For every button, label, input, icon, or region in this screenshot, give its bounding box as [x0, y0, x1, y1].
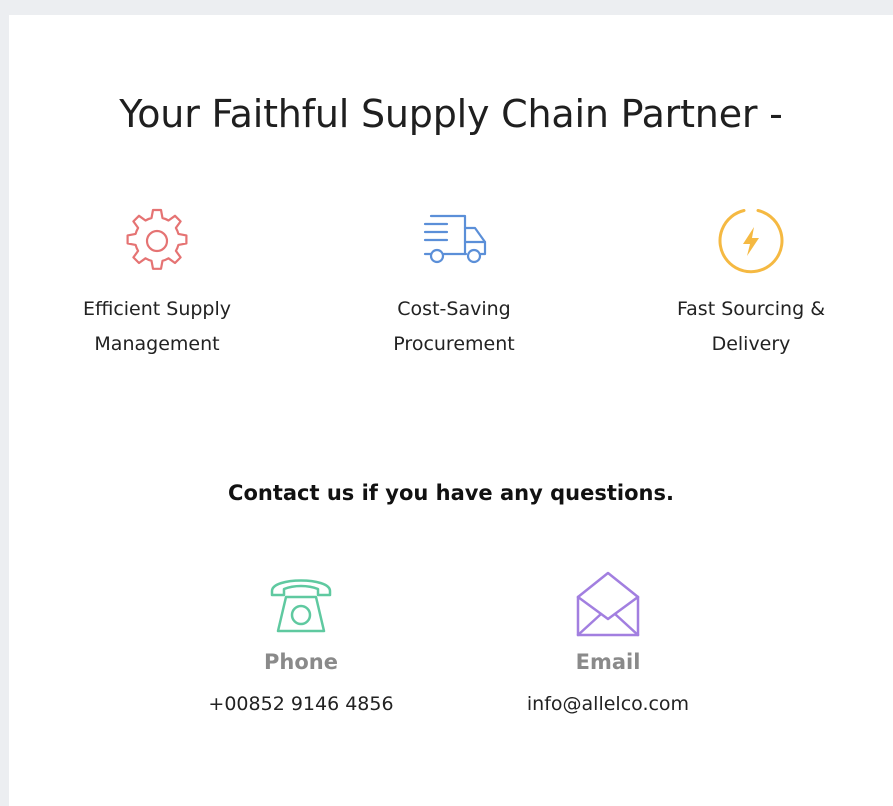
phone-heading: Phone — [264, 650, 338, 674]
feature-fast-sourcing: Fast Sourcing & Delivery — [631, 204, 871, 362]
feature-label-line2: Procurement — [393, 333, 515, 355]
email-heading: Email — [575, 650, 641, 674]
email-address[interactable]: info@allelco.com — [478, 693, 738, 715]
contact-phone: Phone +00852 9146 4856 — [171, 567, 431, 715]
feature-label-line1: Cost-Saving — [397, 298, 511, 320]
feature-cost-saving: Cost-Saving Procurement — [334, 204, 574, 362]
envelope-icon — [576, 571, 640, 637]
lightning-icon — [718, 209, 784, 274]
feature-label-line2: Delivery — [711, 333, 791, 355]
content-card: Your Faithful Supply Chain Partner - Eff… — [9, 15, 893, 806]
telephone-icon — [270, 579, 332, 633]
phone-number[interactable]: +00852 9146 4856 — [171, 693, 431, 715]
feature-label-line2: Management — [94, 333, 220, 355]
page-title: Your Faithful Supply Chain Partner - — [119, 92, 783, 136]
contact-email: Email info@allelco.com — [478, 567, 738, 715]
delivery-truck-icon — [423, 214, 487, 264]
feature-efficient-supply: Efficient Supply Management — [37, 204, 277, 362]
contact-heading: Contact us if you have any questions. — [228, 481, 674, 505]
feature-label-line1: Efficient Supply — [82, 298, 232, 320]
feature-label-line1: Fast Sourcing & — [676, 298, 826, 320]
gear-icon — [126, 208, 188, 270]
